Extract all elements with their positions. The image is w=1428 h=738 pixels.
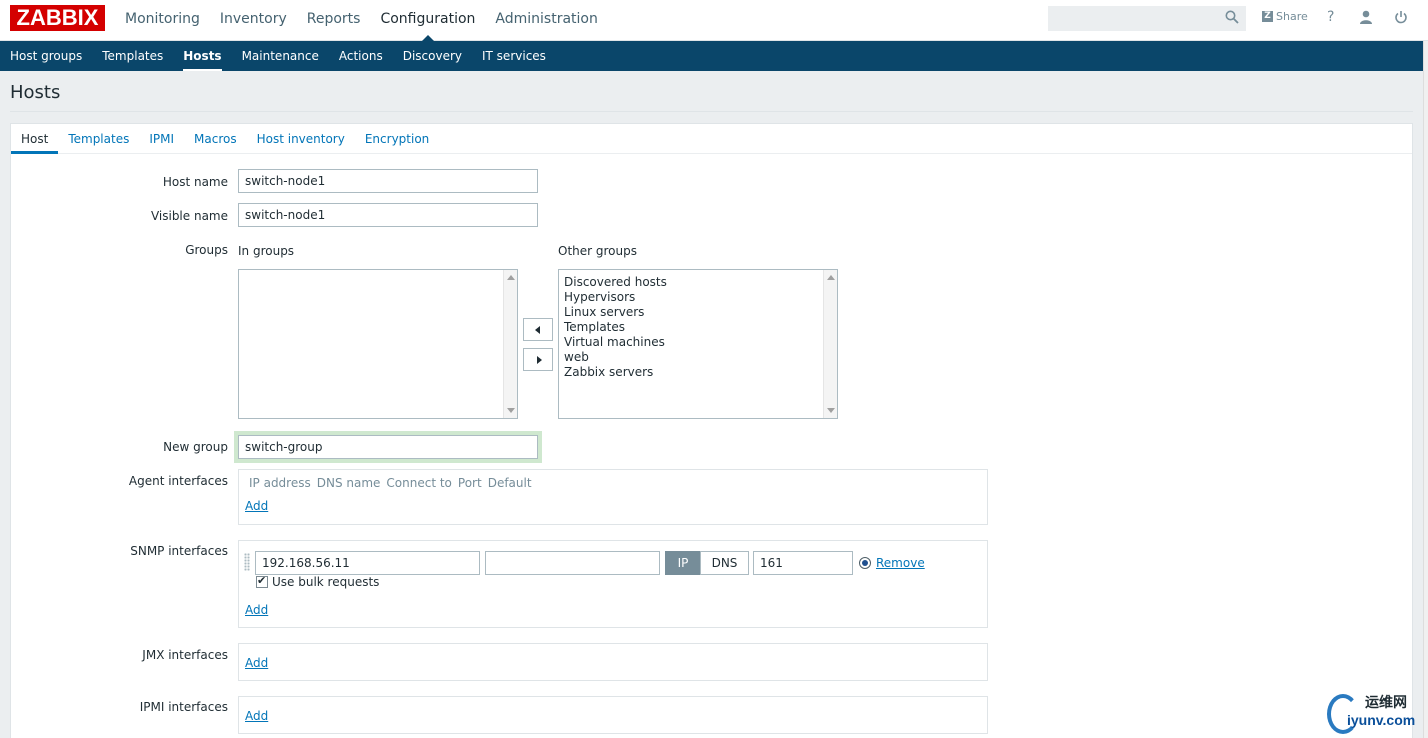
arrow-left-icon [535,326,540,334]
menu-configuration[interactable]: Configuration [370,0,485,41]
header-default: Default [487,476,532,490]
title-divider [10,111,1413,112]
submenu-hosts[interactable]: Hosts [173,41,231,71]
list-item[interactable]: Linux servers [564,305,667,320]
menu-monitoring[interactable]: Monitoring [115,0,210,40]
host-name-label: Host name [162,175,228,189]
ipmi-interfaces-label: IPMI interfaces [139,700,228,714]
search-icon[interactable] [1225,10,1239,24]
top-bar: ZABBIX Monitoring Inventory Reports Conf… [0,0,1428,41]
snmp-add-link[interactable]: Add [245,603,268,617]
agent-interfaces-box: IP address DNS name Connect to Port Defa… [238,469,988,525]
scroll-down-icon[interactable] [507,408,515,413]
list-item[interactable]: Hypervisors [564,290,667,305]
jmx-interfaces-box: Add [238,643,988,681]
share-label: Share [1276,10,1308,23]
list-item[interactable]: Templates [564,320,667,335]
submenu-it-services[interactable]: IT services [472,41,556,71]
bulk-requests-checkbox[interactable]: ✔ [256,574,268,588]
checkmark-icon: ✔ [257,574,267,587]
default-interface-radio[interactable] [859,557,871,569]
other-groups-listbox[interactable]: Discovered hosts Hypervisors Linux serve… [558,269,838,419]
watermark-en: iyunv.com [1347,712,1416,728]
agent-add-link[interactable]: Add [245,499,268,513]
remove-interface-link[interactable]: Remove [876,556,925,570]
tab-host-inventory[interactable]: Host inventory [247,124,355,153]
top-menu: Monitoring Inventory Reports Configurati… [115,0,608,41]
tab-host[interactable]: Host [11,124,59,154]
watermark-cn: 运维网 [1365,695,1407,711]
host-form-panel: Host Templates IPMI Macros Host inventor… [10,123,1413,738]
agent-interfaces-label: Agent interfaces [128,474,228,488]
page-scrollbar[interactable] [1423,41,1428,738]
visible-name-input[interactable]: switch-node1 [238,203,538,227]
scroll-up-icon[interactable] [507,275,515,280]
zabbix-logo[interactable]: ZABBIX [10,5,105,31]
other-groups-scrollbar[interactable] [823,270,837,418]
list-item[interactable]: Zabbix servers [564,365,667,380]
tab-encryption[interactable]: Encryption [355,124,439,153]
submenu-host-groups[interactable]: Host groups [0,41,92,71]
new-group-input[interactable]: switch-group [238,435,538,459]
form-tabs: Host Templates IPMI Macros Host inventor… [11,124,1412,154]
snmp-interfaces-box: 192.168.56.11 IP DNS 161 Remove ✔ Use bu… [238,540,988,628]
tab-templates[interactable]: Templates [58,124,139,153]
menu-administration[interactable]: Administration [485,0,607,40]
other-groups-label: Other groups [558,244,637,258]
arrow-right-icon [537,356,542,364]
move-left-button[interactable] [523,318,553,341]
snmp-port-input[interactable]: 161 [753,551,853,575]
menu-reports[interactable]: Reports [297,0,371,40]
list-item[interactable]: Discovered hosts [564,275,667,290]
zabbix-share-icon: Z [1262,11,1273,22]
sign-out-icon[interactable] [1394,10,1408,24]
drag-handle-icon[interactable] [244,553,250,571]
in-groups-listbox[interactable] [238,269,518,419]
tab-macros[interactable]: Macros [184,124,247,153]
in-groups-scrollbar[interactable] [503,270,517,418]
list-item[interactable]: web [564,350,667,365]
header-dns-name: DNS name [316,476,381,490]
ipmi-interfaces-box: Add [238,696,988,734]
groups-label: Groups [185,243,228,257]
agent-interface-headers: IP address DNS name Connect to Port Defa… [249,476,532,490]
header-port: Port [457,476,482,490]
list-item[interactable]: Virtual machines [564,335,667,350]
new-group-label: New group [163,440,228,454]
visible-name-label: Visible name [150,209,228,223]
scroll-up-icon[interactable] [827,275,835,280]
tab-ipmi[interactable]: IPMI [139,124,184,153]
connect-ip-button[interactable]: IP [665,551,701,575]
watermark-logo: 运维网 iyunv.com [1325,690,1425,738]
in-groups-label: In groups [238,244,295,258]
other-groups-options: Discovered hosts Hypervisors Linux serve… [564,275,667,380]
menu-configuration-label: Configuration [380,11,476,27]
scroll-down-icon[interactable] [827,408,835,413]
jmx-interfaces-label: JMX interfaces [142,648,228,662]
header-connect-to: Connect to [386,476,452,490]
header-ip-address: IP address [249,476,311,490]
search-input[interactable] [1048,6,1246,31]
jmx-add-link[interactable]: Add [245,656,268,670]
menu-inventory[interactable]: Inventory [210,0,297,40]
submenu-maintenance[interactable]: Maintenance [232,41,329,71]
sub-menu: Host groups Templates Hosts Maintenance … [0,41,1423,71]
page-title: Hosts [10,82,61,103]
snmp-interfaces-label: SNMP interfaces [130,544,228,558]
submenu-actions[interactable]: Actions [329,41,393,71]
help-icon[interactable]: ? [1327,9,1334,25]
snmp-dns-input[interactable] [485,551,660,575]
snmp-ip-input[interactable]: 192.168.56.11 [255,551,480,575]
share-link[interactable]: Z Share [1262,10,1308,23]
user-profile-icon[interactable] [1359,10,1373,24]
ipmi-add-link[interactable]: Add [245,709,268,723]
host-name-input[interactable]: switch-node1 [238,169,538,193]
connect-dns-button[interactable]: DNS [700,551,749,575]
submenu-templates[interactable]: Templates [92,41,173,71]
bulk-requests-label: Use bulk requests [272,575,380,589]
submenu-discovery[interactable]: Discovery [393,41,472,71]
move-right-button[interactable] [523,348,553,371]
